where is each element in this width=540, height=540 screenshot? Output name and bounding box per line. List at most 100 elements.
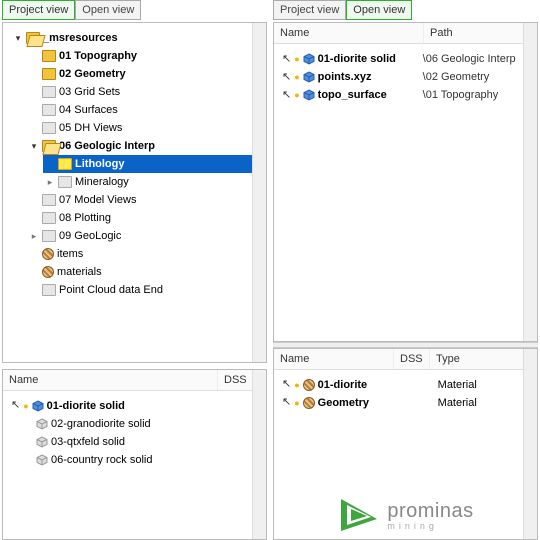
tree-item-modelviews[interactable]: 07 Model Views: [27, 191, 262, 209]
tree-item-materials[interactable]: materials: [27, 263, 262, 281]
tree-item-geometry[interactable]: 02 Geometry: [27, 65, 262, 83]
folder-icon: [42, 230, 56, 242]
col-name[interactable]: Name: [274, 349, 394, 369]
item-label: 01-diorite solid: [318, 53, 420, 65]
tree-item-surfaces[interactable]: 04 Surfaces: [27, 101, 262, 119]
tab-project-view[interactable]: Project view: [273, 0, 346, 20]
list-item[interactable]: 02-granodiorite solid: [7, 415, 262, 433]
open-top-header: Name Path: [274, 23, 537, 44]
bulb-icon: [294, 89, 299, 101]
tree-item-gridsets[interactable]: 03 Grid Sets: [27, 83, 262, 101]
list-item[interactable]: topo_surface \01 Topography: [278, 86, 533, 104]
tree-label: items: [57, 248, 83, 260]
folder-icon: [42, 140, 56, 152]
item-label: points.xyz: [318, 71, 420, 83]
col-dss[interactable]: DSS: [394, 349, 430, 369]
cursor-icon: [282, 71, 291, 84]
bulb-icon: [294, 397, 299, 409]
open-bottom-pane: Name DSS Type 01-diorite Material Ge: [273, 348, 538, 540]
list-item[interactable]: 01-diorite solid: [7, 397, 262, 415]
item-label: topo_surface: [318, 89, 420, 101]
folder-icon: [42, 68, 56, 80]
folder-icon: [42, 122, 56, 134]
list-item[interactable]: points.xyz \02 Geometry: [278, 68, 533, 86]
cursor-icon: [282, 378, 291, 391]
tree-label: 04 Surfaces: [59, 104, 118, 116]
scrollbar[interactable]: [523, 23, 537, 341]
chevron-down-icon[interactable]: [29, 141, 39, 151]
chevron-down-icon[interactable]: [13, 33, 23, 43]
list-item[interactable]: 01-diorite Material: [278, 376, 533, 394]
folder-icon: [26, 32, 40, 44]
tree-root[interactable]: _msresources: [11, 29, 262, 47]
col-name[interactable]: Name: [274, 23, 424, 43]
list-item[interactable]: 06-country rock solid: [7, 451, 262, 469]
item-label: Geometry: [318, 397, 396, 409]
item-path: \06 Geologic Interp: [423, 53, 516, 65]
tree-label: 08 Plotting: [59, 212, 111, 224]
item-type: Material: [438, 379, 477, 391]
tab-open-view[interactable]: Open view: [75, 0, 141, 20]
tree-item-geologic[interactable]: 09 GeoLogic: [27, 227, 262, 245]
tree-item-geologic-interp[interactable]: 06 Geologic Interp: [27, 137, 262, 155]
tree-label: Lithology: [75, 158, 125, 170]
tab-project-view[interactable]: Project view: [2, 0, 75, 20]
tree-item-plotting[interactable]: 08 Plotting: [27, 209, 262, 227]
open-bottom-list[interactable]: 01-diorite Material Geometry Material: [274, 370, 537, 540]
material-icon: [303, 397, 315, 409]
project-tree[interactable]: _msresources 01 Topography 02 Geometry 0…: [3, 23, 266, 362]
tree-label: Mineralogy: [75, 176, 129, 188]
item-path: \01 Topography: [423, 89, 499, 101]
folder-icon: [42, 104, 56, 116]
tree-label: 02 Geometry: [59, 68, 126, 80]
tree-label: 01 Topography: [59, 50, 137, 62]
cube-icon: [36, 454, 48, 466]
chevron-right-icon[interactable]: [45, 177, 55, 187]
cube-icon: [303, 71, 315, 83]
scrollbar[interactable]: [523, 349, 537, 540]
cursor-icon: [282, 89, 291, 102]
material-icon: [303, 379, 315, 391]
tree-item-topography[interactable]: 01 Topography: [27, 47, 262, 65]
tab-open-view[interactable]: Open view: [346, 0, 412, 20]
scrollbar[interactable]: [252, 23, 266, 362]
barrel-icon: [42, 248, 54, 260]
chevron-right-icon[interactable]: [29, 231, 39, 241]
col-path[interactable]: Path: [424, 23, 537, 43]
folder-icon: [42, 194, 56, 206]
col-type[interactable]: Type: [430, 349, 537, 369]
list-item[interactable]: Geometry Material: [278, 394, 533, 412]
right-tabs: Project view Open view: [273, 0, 538, 20]
cursor-icon: [11, 399, 20, 412]
tree-label: 03 Grid Sets: [59, 86, 120, 98]
item-path: \02 Geometry: [423, 71, 490, 83]
barrel-icon: [42, 266, 54, 278]
list-item[interactable]: 01-diorite solid \06 Geologic Interp: [278, 50, 533, 68]
detail-list[interactable]: 01-diorite solid 02-granodiorite solid 0…: [3, 391, 266, 539]
open-top-pane: Name Path 01-diorite solid \06 Geologic …: [273, 22, 538, 342]
bulb-icon: [294, 379, 299, 391]
tree-item-dhviews[interactable]: 05 DH Views: [27, 119, 262, 137]
scrollbar[interactable]: [252, 370, 266, 539]
left-tree-pane: _msresources 01 Topography 02 Geometry 0…: [2, 22, 267, 363]
open-bottom-header: Name DSS Type: [274, 349, 537, 370]
col-name[interactable]: Name: [3, 370, 218, 390]
tree-item-lithology[interactable]: Lithology: [43, 155, 262, 173]
tree-item-pointcloud[interactable]: Point Cloud data End: [27, 281, 262, 299]
item-label: 02-granodiorite solid: [51, 418, 151, 430]
folder-icon: [42, 86, 56, 98]
item-label: 06-country rock solid: [51, 454, 153, 466]
tree-label: 05 DH Views: [59, 122, 122, 134]
left-column: Project view Open view _msresources 01 T…: [2, 0, 267, 540]
list-item[interactable]: 03-qtxfeld solid: [7, 433, 262, 451]
open-top-list[interactable]: 01-diorite solid \06 Geologic Interp poi…: [274, 44, 537, 341]
bulb-icon: [294, 53, 299, 65]
right-column: Project view Open view Name Path 01-dior…: [273, 0, 538, 540]
tree-item-mineralogy[interactable]: Mineralogy: [43, 173, 262, 191]
left-tabs: Project view Open view: [2, 0, 267, 20]
bulb-icon: [294, 71, 299, 83]
cube-icon: [36, 436, 48, 448]
cube-icon: [32, 400, 44, 412]
folder-icon: [42, 284, 56, 296]
tree-item-items[interactable]: items: [27, 245, 262, 263]
